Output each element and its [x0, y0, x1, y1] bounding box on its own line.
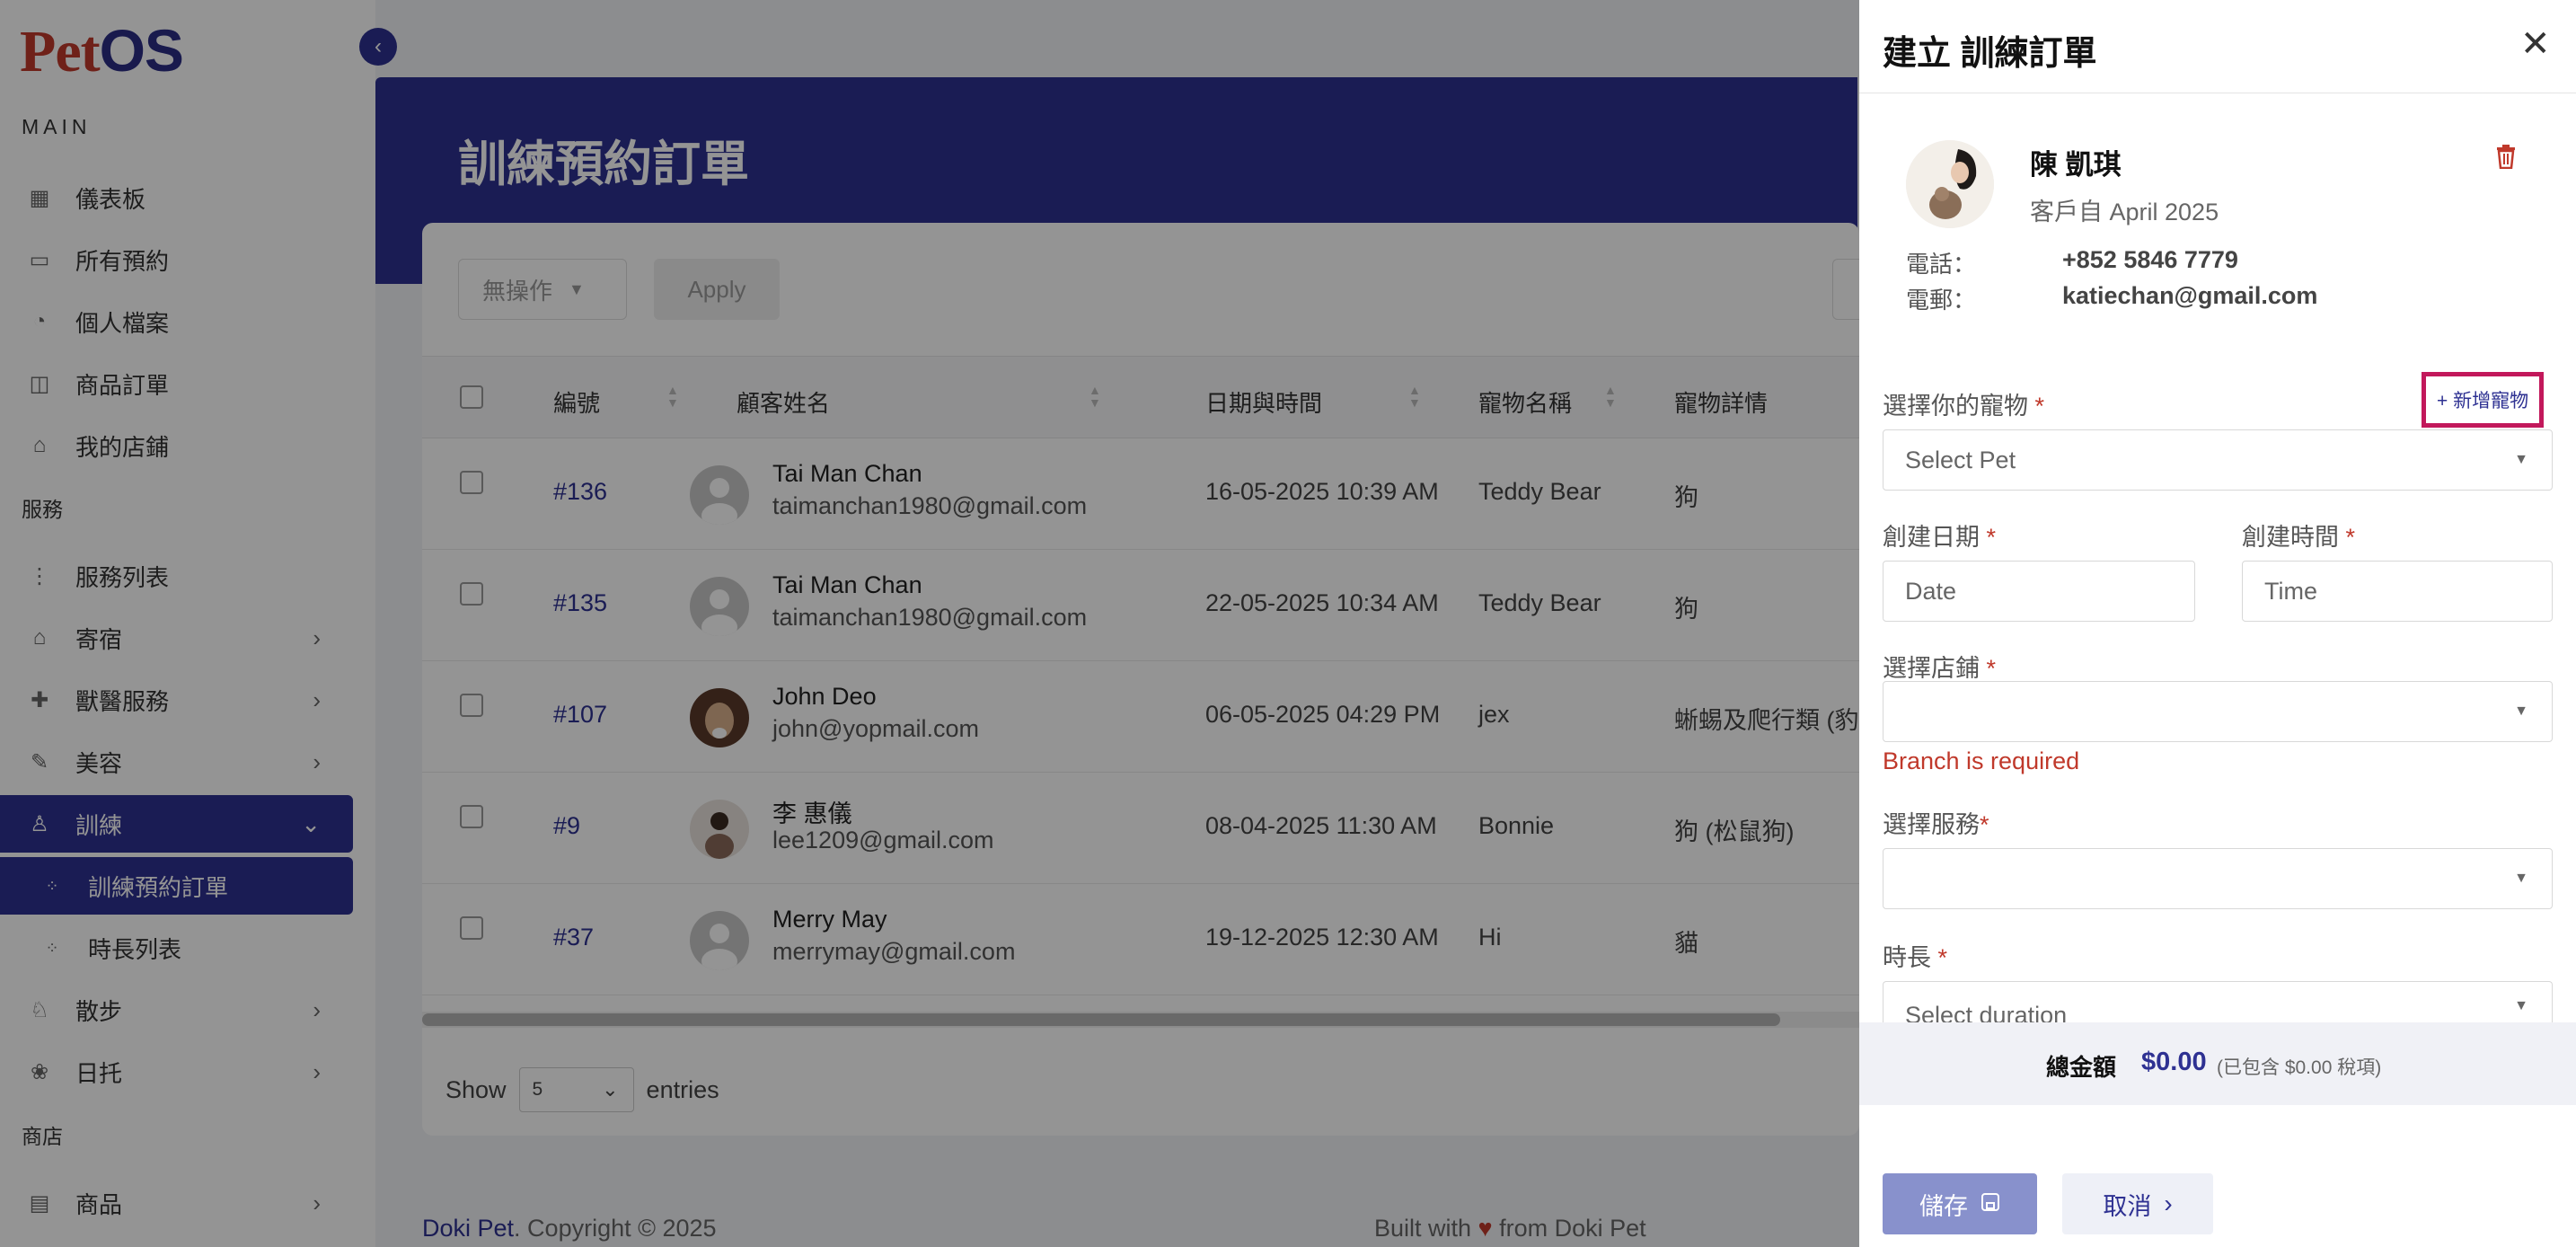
email-label: 電郵： [1906, 287, 1977, 314]
time-input[interactable]: Time [2242, 561, 2553, 622]
pet-label: 選擇你的寵物 * [1883, 393, 2045, 420]
drawer-header: 建立 訓練訂單 ✕ [1859, 0, 2576, 93]
service-label: 選擇服務* [1883, 811, 1989, 838]
caret-down-icon: ▼ [2514, 871, 2528, 886]
branch-label: 選擇店鋪 * [1883, 655, 1997, 682]
drawer-title: 建立 訓練訂單 [1883, 35, 2097, 73]
date-label: 創建日期 * [1883, 524, 1997, 551]
save-button[interactable]: 儲存 [1883, 1173, 2037, 1234]
phone-value: +852 5846 7779 [2062, 246, 2238, 273]
email-value: katiechan@gmail.com [2062, 282, 2318, 309]
caret-down-icon: ▼ [2514, 998, 2528, 1013]
customer-name: 陳 凱琪 [2030, 149, 2122, 181]
time-label: 創建時間 * [2242, 524, 2356, 551]
chevron-right-icon: › [2164, 1190, 2173, 1217]
close-icon[interactable]: ✕ [2520, 23, 2551, 65]
trash-icon[interactable] [2495, 144, 2517, 173]
pet-select[interactable]: Select Pet ▼ [1883, 429, 2553, 491]
modal-backdrop[interactable] [0, 0, 1859, 1247]
customer-since: 客戶自 April 2025 [2030, 199, 2219, 226]
total-value: $0.00 [2141, 1048, 2207, 1076]
cancel-button[interactable]: 取消 › [2062, 1173, 2213, 1234]
save-icon [1981, 1190, 2000, 1218]
customer-avatar [1906, 140, 1994, 228]
total-label: 總金額 [2046, 1054, 2117, 1081]
branch-error: Branch is required [1883, 747, 2080, 774]
duration-label: 時長 * [1883, 944, 1948, 971]
phone-label: 電話： [1906, 251, 1977, 278]
caret-down-icon: ▼ [2514, 452, 2528, 467]
caret-down-icon: ▼ [2514, 703, 2528, 719]
add-pet-button[interactable]: + 新增寵物 [2422, 372, 2545, 428]
service-select[interactable]: ▼ [1883, 848, 2553, 909]
date-input[interactable]: Date [1883, 561, 2195, 622]
duration-select[interactable]: Select duration ▼ [1883, 981, 2553, 1029]
create-training-order-drawer: 建立 訓練訂單 ✕ 陳 凱琪 客戶自 April 2025 電話： +852 5… [1859, 0, 2576, 1247]
total-tax: (已包含 $0.00 稅項) [2217, 1057, 2382, 1078]
branch-select[interactable]: ▼ [1883, 681, 2553, 742]
total-bar: 總金額 $0.00 (已包含 $0.00 稅項) [1859, 1022, 2576, 1105]
